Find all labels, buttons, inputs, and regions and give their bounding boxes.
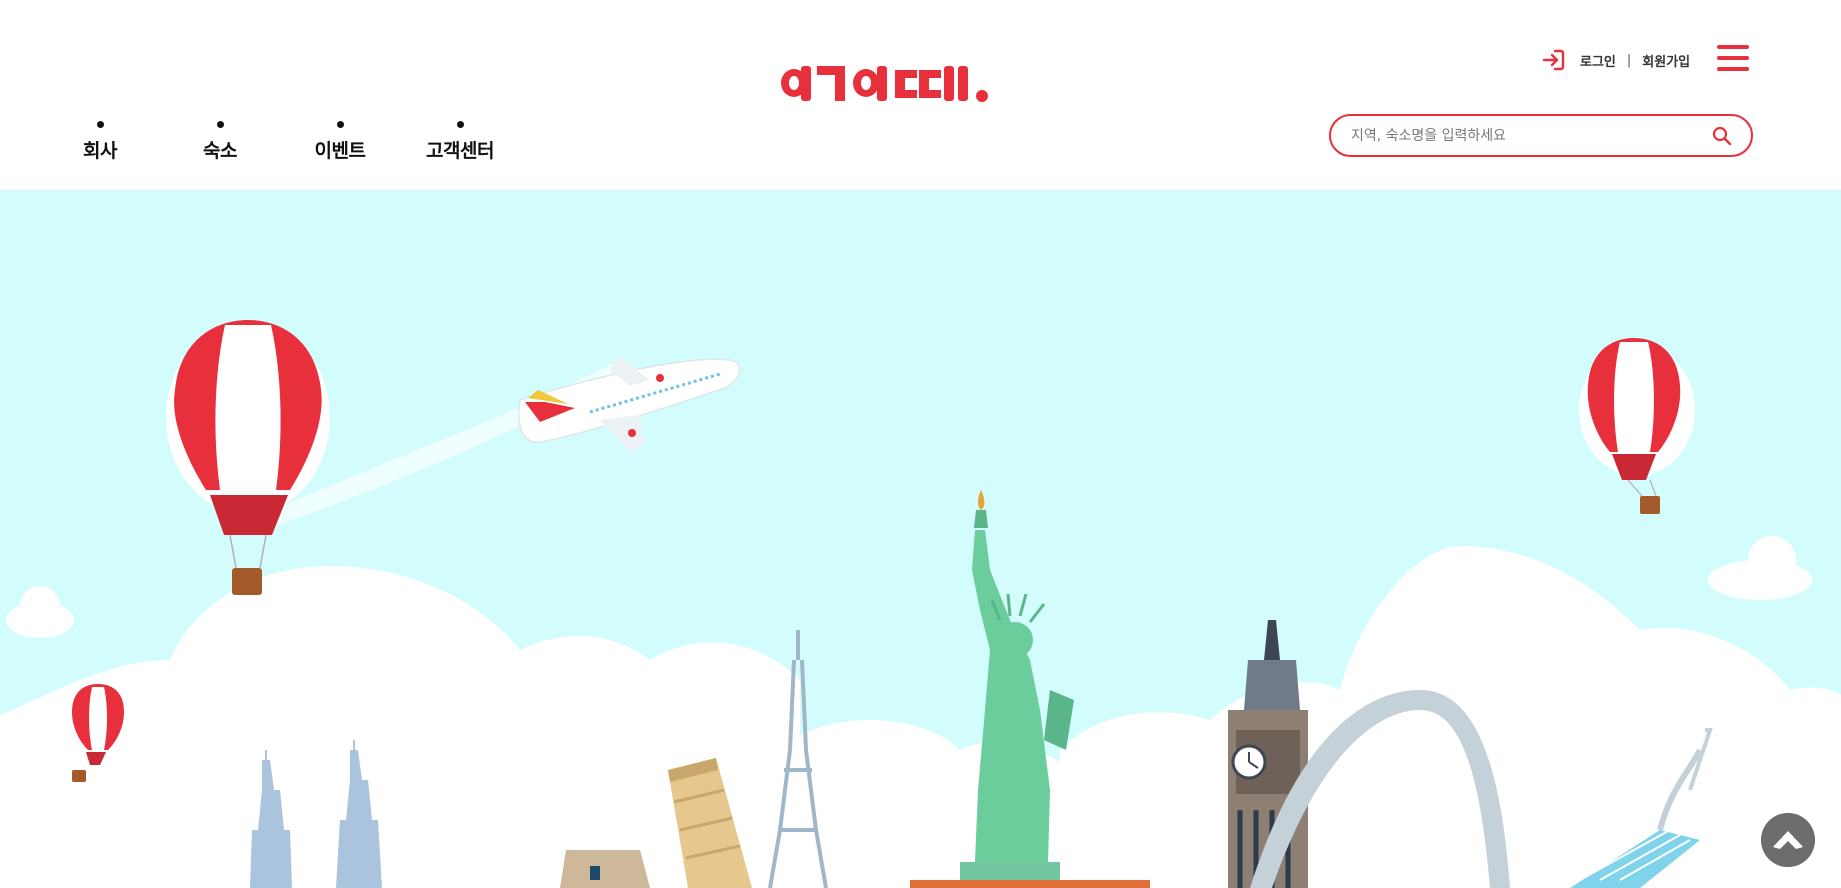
main-nav: 회사 숙소 이벤트 고객센터 [40, 118, 520, 164]
hero-banner [0, 190, 1841, 888]
nav-item-label: 이벤트 [314, 140, 366, 162]
nav-dot [336, 121, 344, 128]
login-arrow-icon[interactable] [1542, 48, 1566, 72]
nav-dot [216, 121, 224, 128]
travel-landmarks-illustration [0, 190, 1841, 888]
ruins-illustration [560, 850, 650, 888]
chevron-up-icon[interactable] [1761, 813, 1815, 867]
nav-item-label: 고객센터 [426, 140, 494, 162]
search-box [1329, 114, 1753, 157]
search-icon[interactable] [1711, 125, 1733, 147]
site-header: 로그인 | 회원가입 회사 숙소 이벤트 고객센터 [0, 0, 1841, 190]
nav-item-accommodation[interactable]: 숙소 [160, 118, 280, 164]
login-link[interactable]: 로그인 [1580, 51, 1616, 70]
nav-dot [96, 121, 104, 128]
util-separator: | [1626, 52, 1632, 68]
search-input[interactable] [1351, 125, 1691, 147]
hamburger-menu-icon[interactable] [1717, 45, 1749, 71]
nav-dot [456, 121, 464, 128]
logo[interactable] [777, 56, 993, 106]
nav-item-label: 숙소 [203, 140, 237, 162]
nav-item-customer-center[interactable]: 고객센터 [400, 118, 520, 164]
nav-item-label: 회사 [83, 140, 117, 162]
signup-link[interactable]: 회원가입 [1642, 51, 1690, 70]
nav-item-event[interactable]: 이벤트 [280, 118, 400, 164]
util-menu: 로그인 | 회원가입 [1542, 48, 1690, 72]
nav-item-company[interactable]: 회사 [40, 118, 160, 164]
